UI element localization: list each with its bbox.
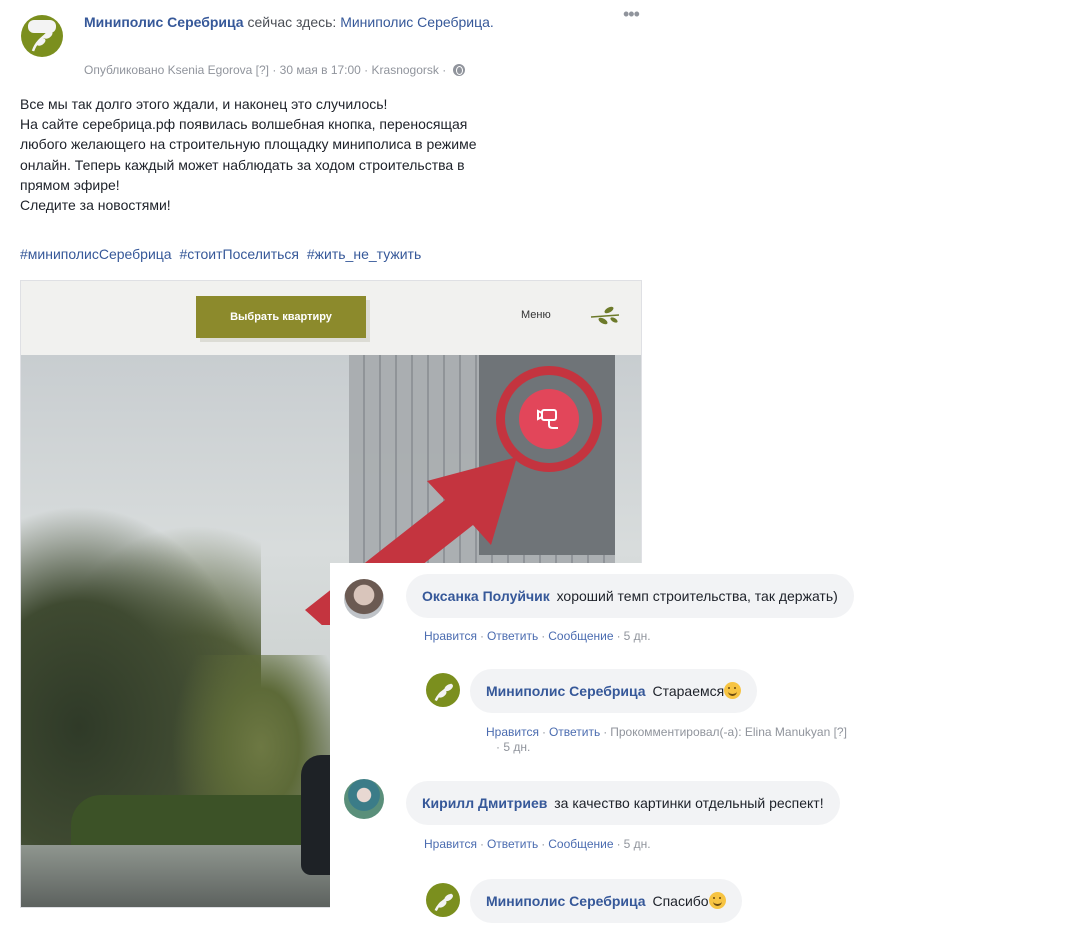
post-meta: Опубликовано Ksenia Egorova [?] · 30 мая… xyxy=(84,63,465,77)
comment-author-link[interactable]: Оксанка Полуйчик xyxy=(422,588,550,604)
post-text-line: прямом эфире! xyxy=(20,176,120,193)
message-link[interactable]: Сообщение xyxy=(548,629,613,643)
comment-author-link[interactable]: Кирилл Дмитриев xyxy=(422,795,547,811)
hashtag-link[interactable]: #жить_не_тужить xyxy=(307,246,421,262)
avatar[interactable] xyxy=(344,779,384,819)
avatar[interactable] xyxy=(344,579,384,619)
post-text-line: Все мы так долго этого ждали, и наконец … xyxy=(20,96,388,112)
page-avatar[interactable] xyxy=(21,15,63,57)
replied-by-text[interactable]: Прокомментировал(-а): Elina Manukyan [?] xyxy=(610,725,847,739)
reply-link[interactable]: Ответить xyxy=(487,629,538,643)
reply-link[interactable]: Ответить xyxy=(549,725,600,739)
smile-emoji-icon xyxy=(724,682,742,699)
page-logo-icon xyxy=(434,893,453,912)
comment-time-row: · 5 дн. xyxy=(496,740,530,754)
post-action-text: сейчас здесь: xyxy=(247,14,337,30)
like-link[interactable]: Нравится xyxy=(424,629,477,643)
reply-link[interactable]: Ответить xyxy=(487,837,538,851)
post-text-line: онлайн. Теперь каждый может наблюдать за… xyxy=(20,156,465,173)
camera-icon xyxy=(537,409,558,429)
comment-actions: Нравится · Ответить · Сообщение · 5 дн. xyxy=(424,629,651,643)
hashtag-link[interactable]: #миниполисСеребрица xyxy=(20,246,172,262)
comment-text: за качество картинки отдельный респект! xyxy=(554,795,824,811)
branch-icon[interactable] xyxy=(589,303,621,327)
comment-time[interactable]: 5 дн. xyxy=(624,629,651,643)
comment-bubble: Миниполис Серебрица Стараемся xyxy=(470,669,758,713)
post-location-link[interactable]: Миниполис Серебрица. xyxy=(340,14,494,30)
avatar[interactable] xyxy=(426,673,460,707)
website-header: Выбрать квартиру Меню xyxy=(21,281,641,355)
globe-icon xyxy=(452,64,465,76)
comment-text: Спасибо xyxy=(652,893,709,909)
hashtag-link[interactable]: #стоитПоселиться xyxy=(179,246,299,262)
comment-bubble: Оксанка Полуйчик хороший темп строительс… xyxy=(406,574,854,618)
avatar[interactable] xyxy=(426,883,460,917)
page-logo-icon xyxy=(434,683,453,702)
comment-time[interactable]: · 5 дн. xyxy=(496,740,530,754)
smile-emoji-icon xyxy=(708,892,726,909)
post-author-link[interactable]: Миниполис Серебрица xyxy=(84,14,244,30)
comment-author-link[interactable]: Миниполис Серебрица xyxy=(486,683,646,699)
comment-bubble: Миниполис Серебрица Спасибо xyxy=(470,879,742,923)
select-apartment-button[interactable]: Выбрать квартиру xyxy=(196,296,366,338)
comment-actions: Нравится · Ответить · Сообщение · 5 дн. xyxy=(424,837,651,851)
post-text-line: Следите за новостями! xyxy=(20,197,171,214)
menu-label[interactable]: Меню xyxy=(521,309,551,321)
comments-panel: Оксанка Полуйчик хороший темп строительс… xyxy=(330,563,1069,935)
post-title: Миниполис Серебрица сейчас здесь: Минипо… xyxy=(84,12,554,33)
hashtags: #миниполисСеребрица #стоитПоселиться #жи… xyxy=(20,246,425,262)
message-link[interactable]: Сообщение xyxy=(548,837,613,851)
comment-author-link[interactable]: Миниполис Серебрица xyxy=(486,893,646,909)
live-camera-button[interactable] xyxy=(519,389,579,449)
post-meta-text[interactable]: Опубликовано Ksenia Egorova [?] · 30 мая… xyxy=(84,63,446,77)
like-link[interactable]: Нравится xyxy=(486,725,539,739)
more-options-icon[interactable]: ••• xyxy=(623,5,640,23)
comment-time[interactable]: 5 дн. xyxy=(624,837,651,851)
comment-actions: Нравится · Ответить · Прокомментировал(-а): … xyxy=(486,725,847,739)
like-link[interactable]: Нравится xyxy=(424,837,477,851)
comment-bubble: Кирилл Дмитриев за качество картинки отд… xyxy=(406,781,840,825)
post-body: Все мы так долго этого ждали, и наконец … xyxy=(20,94,620,215)
post-text-line: любого желающего на строительную площадк… xyxy=(20,136,477,153)
comment-text: Стараемся xyxy=(652,683,725,699)
post-text-line: На сайте серебрица.рф появилась волшебна… xyxy=(20,116,468,133)
comment-text: хороший темп строительства, так держать) xyxy=(556,588,838,604)
